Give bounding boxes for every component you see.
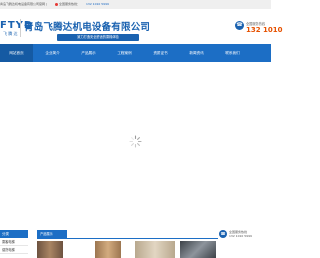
- phone-dot-icon: [55, 2, 58, 6]
- phone-icon: ☎: [235, 21, 244, 30]
- product-thumb-escalator[interactable]: [180, 241, 216, 258]
- contact-text: 全国服务热线 132 1010 5999: [229, 230, 252, 238]
- tab-products[interactable]: 产品展示: [37, 230, 67, 238]
- product-thumb-elevator-car-1[interactable]: [37, 241, 63, 258]
- nav-item-home[interactable]: 网站首页: [0, 44, 33, 62]
- product-thumb-elevator-car-3[interactable]: [135, 241, 175, 258]
- sidebar-item-passenger[interactable]: 乘客电梯: [0, 238, 28, 246]
- header: FTYD 飞 腾 达 青岛飞腾达机电设备有限公司 致力打造安全舒适的乘梯体验 ☎…: [0, 9, 283, 44]
- logo-subtitle: 飞 腾 达: [3, 31, 18, 36]
- top-bar: 青岛飞腾达机电设备有限公司官网 | 全国服务热线： 132 1010 5999: [0, 0, 271, 9]
- hotline-number: 132 1010: [246, 26, 283, 34]
- phone-label: 全国服务热线：: [55, 0, 80, 9]
- nav-item-news[interactable]: 新闻资讯: [180, 44, 213, 62]
- welcome-text: 青岛飞腾达机电设备有限公司官网 |: [0, 2, 47, 6]
- company-name: 青岛飞腾达机电设备有限公司: [24, 22, 151, 33]
- contact-line-2: 132 1010 5999: [229, 234, 252, 238]
- nav-item-contact[interactable]: 联系我们: [216, 44, 249, 62]
- slogan-banner: 致力打造安全舒适的乘梯体验: [57, 34, 139, 41]
- logo-divider: [20, 19, 21, 37]
- nav-item-about[interactable]: 企业简介: [36, 44, 69, 62]
- product-thumb-elevator-car-2[interactable]: [95, 241, 121, 258]
- loading-spinner-icon: [129, 135, 142, 148]
- main-nav: 网站首页 企业简介 产品展示 工程案例 资质证书 新闻资讯 联系我们: [0, 44, 271, 62]
- phone-icon: ☎: [219, 230, 227, 238]
- nav-item-products[interactable]: 产品展示: [72, 44, 105, 62]
- nav-item-cases[interactable]: 工程案例: [108, 44, 141, 62]
- sidebar-title: 分类: [0, 230, 28, 238]
- sidebar-item-freight[interactable]: 载货电梯: [0, 246, 28, 254]
- nav-item-certificates[interactable]: 资质证书: [144, 44, 177, 62]
- hotline-link[interactable]: 132 1010 5999: [86, 0, 109, 9]
